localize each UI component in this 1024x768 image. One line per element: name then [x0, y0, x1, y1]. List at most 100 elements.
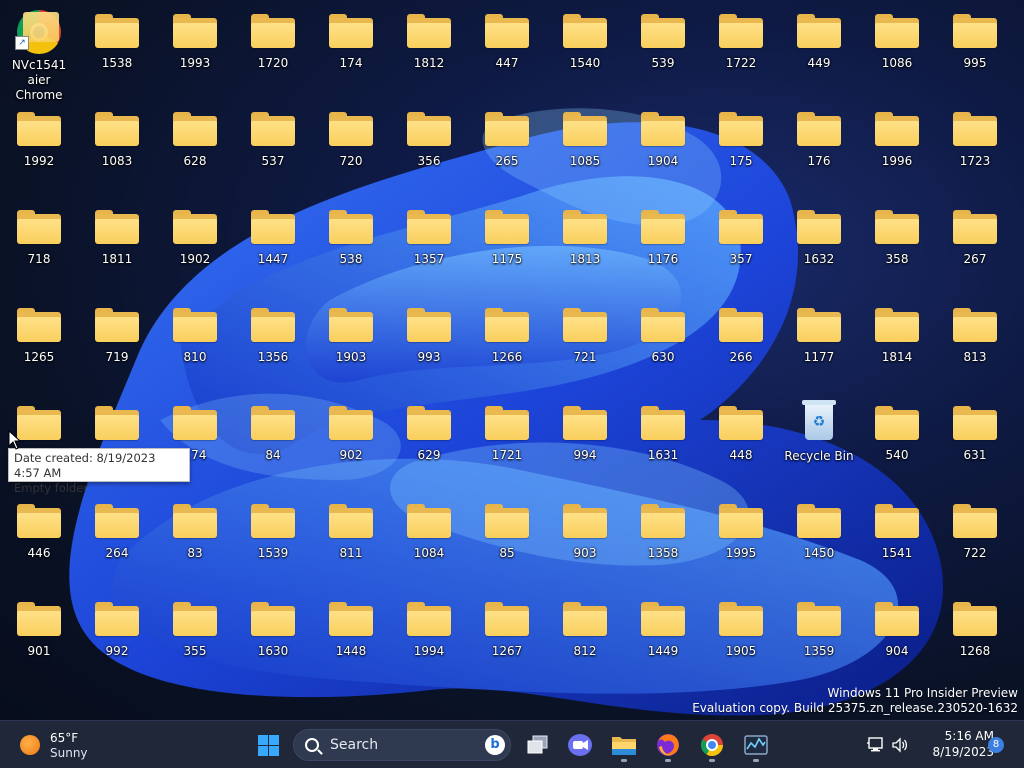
- desktop-folder[interactable]: 1996: [859, 102, 935, 194]
- desktop-folder[interactable]: 1905: [703, 592, 779, 684]
- desktop-folder[interactable]: 356: [391, 102, 467, 194]
- desktop-folder[interactable]: 1722: [703, 4, 779, 96]
- desktop-folder[interactable]: 1902: [157, 200, 233, 292]
- desktop-folder[interactable]: 267: [937, 200, 1013, 292]
- desktop-folder[interactable]: 449: [781, 4, 857, 96]
- desktop-folder[interactable]: 1357: [391, 200, 467, 292]
- chrome-shortcut[interactable]: ↗ NVc1541 aier Chrome: [1, 4, 77, 102]
- desktop-folder[interactable]: 1084: [391, 494, 467, 586]
- desktop-folder[interactable]: 628: [157, 102, 233, 194]
- desktop-folder[interactable]: 903: [547, 494, 623, 586]
- desktop-folder[interactable]: 995: [937, 4, 1013, 96]
- desktop-folder[interactable]: 1268: [937, 592, 1013, 684]
- desktop-folder[interactable]: 811: [313, 494, 389, 586]
- desktop-folder[interactable]: 630: [625, 298, 701, 390]
- desktop-folder[interactable]: 1539: [235, 494, 311, 586]
- chat-button[interactable]: [562, 727, 598, 763]
- desktop-folder[interactable]: 631: [937, 396, 1013, 488]
- desktop-folder[interactable]: 719: [79, 298, 155, 390]
- desktop-folder[interactable]: 813: [937, 298, 1013, 390]
- desktop-folder[interactable]: 538: [313, 200, 389, 292]
- desktop-folder[interactable]: 1540: [547, 4, 623, 96]
- desktop-folder[interactable]: 1085: [547, 102, 623, 194]
- desktop-folder[interactable]: 264: [79, 494, 155, 586]
- desktop-folder[interactable]: 1992: [1, 102, 77, 194]
- desktop-folder[interactable]: 447: [469, 4, 545, 96]
- desktop-folder[interactable]: 175: [703, 102, 779, 194]
- desktop-folder[interactable]: 721: [547, 298, 623, 390]
- desktop-folder[interactable]: 1538: [79, 4, 155, 96]
- desktop-folder[interactable]: 1356: [235, 298, 311, 390]
- desktop-folder[interactable]: 1631: [625, 396, 701, 488]
- desktop-folder[interactable]: 1811: [79, 200, 155, 292]
- desktop-folder[interactable]: 355: [157, 592, 233, 684]
- desktop-folder[interactable]: 358: [859, 200, 935, 292]
- chrome-button[interactable]: [694, 727, 730, 763]
- desktop-folder[interactable]: 810: [157, 298, 233, 390]
- desktop-folder[interactable]: 357: [703, 200, 779, 292]
- desktop-folder[interactable]: 83: [157, 494, 233, 586]
- desktop-folder[interactable]: 1721: [469, 396, 545, 488]
- desktop-folder[interactable]: 1175: [469, 200, 545, 292]
- desktop-folder[interactable]: 1265: [1, 298, 77, 390]
- task-manager-button[interactable]: [738, 727, 774, 763]
- desktop-folder[interactable]: 1083: [79, 102, 155, 194]
- desktop-folder[interactable]: 1267: [469, 592, 545, 684]
- task-view-button[interactable]: [520, 727, 556, 763]
- volume-icon[interactable]: [890, 735, 910, 755]
- desktop-folder[interactable]: 540: [859, 396, 935, 488]
- desktop-folder[interactable]: 720: [313, 102, 389, 194]
- folder-label: 1448: [335, 644, 367, 658]
- desktop-folder[interactable]: 722: [937, 494, 1013, 586]
- desktop-folder[interactable]: 994: [547, 396, 623, 488]
- desktop-folder[interactable]: 1813: [547, 200, 623, 292]
- desktop-folder[interactable]: 718: [1, 200, 77, 292]
- desktop-folder[interactable]: 1993: [157, 4, 233, 96]
- desktop-folder[interactable]: 812: [547, 592, 623, 684]
- desktop-folder[interactable]: 446: [1, 494, 77, 586]
- desktop-folder[interactable]: 539: [625, 4, 701, 96]
- notification-badge[interactable]: 8: [988, 737, 1004, 753]
- start-button[interactable]: [250, 727, 286, 763]
- desktop-folder[interactable]: 537: [235, 102, 311, 194]
- taskbar-search-box[interactable]: Search b: [293, 729, 511, 761]
- desktop-folder[interactable]: 1995: [703, 494, 779, 586]
- desktop-folder[interactable]: 1450: [781, 494, 857, 586]
- firefox-button[interactable]: [650, 727, 686, 763]
- desktop-folder[interactable]: 1723: [937, 102, 1013, 194]
- desktop-folder[interactable]: 902: [313, 396, 389, 488]
- desktop-folder[interactable]: 901: [1, 592, 77, 684]
- desktop-folder[interactable]: 1447: [235, 200, 311, 292]
- desktop-folder[interactable]: 265: [469, 102, 545, 194]
- desktop-folder[interactable]: 1720: [235, 4, 311, 96]
- desktop-folder[interactable]: 176: [781, 102, 857, 194]
- desktop-folder[interactable]: 448: [703, 396, 779, 488]
- desktop-folder[interactable]: 174: [313, 4, 389, 96]
- desktop-folder[interactable]: 1358: [625, 494, 701, 586]
- desktop-folder[interactable]: 1449: [625, 592, 701, 684]
- desktop-folder[interactable]: 629: [391, 396, 467, 488]
- desktop-folder[interactable]: 1086: [859, 4, 935, 96]
- desktop-folder[interactable]: 992: [79, 592, 155, 684]
- desktop-folder[interactable]: 1994: [391, 592, 467, 684]
- desktop-folder[interactable]: 1630: [235, 592, 311, 684]
- desktop-folder[interactable]: 266: [703, 298, 779, 390]
- desktop-folder[interactable]: 1176: [625, 200, 701, 292]
- desktop-folder[interactable]: 1814: [859, 298, 935, 390]
- desktop-folder[interactable]: 904: [859, 592, 935, 684]
- desktop-folder[interactable]: 1541: [859, 494, 935, 586]
- recycle-bin[interactable]: ♻ Recycle Bin: [781, 396, 857, 488]
- desktop-folder[interactable]: 1177: [781, 298, 857, 390]
- desktop-folder[interactable]: 1904: [625, 102, 701, 194]
- desktop-folder[interactable]: 85: [469, 494, 545, 586]
- file-explorer-button[interactable]: [606, 727, 642, 763]
- desktop-folder[interactable]: 84: [235, 396, 311, 488]
- desktop-folder[interactable]: 1632: [781, 200, 857, 292]
- desktop-folder[interactable]: 1359: [781, 592, 857, 684]
- desktop-folder[interactable]: 1448: [313, 592, 389, 684]
- desktop-folder[interactable]: 993: [391, 298, 467, 390]
- desktop-folder[interactable]: 1812: [391, 4, 467, 96]
- desktop-folder[interactable]: 1266: [469, 298, 545, 390]
- desktop-folder[interactable]: 1903: [313, 298, 389, 390]
- network-icon[interactable]: [866, 735, 886, 755]
